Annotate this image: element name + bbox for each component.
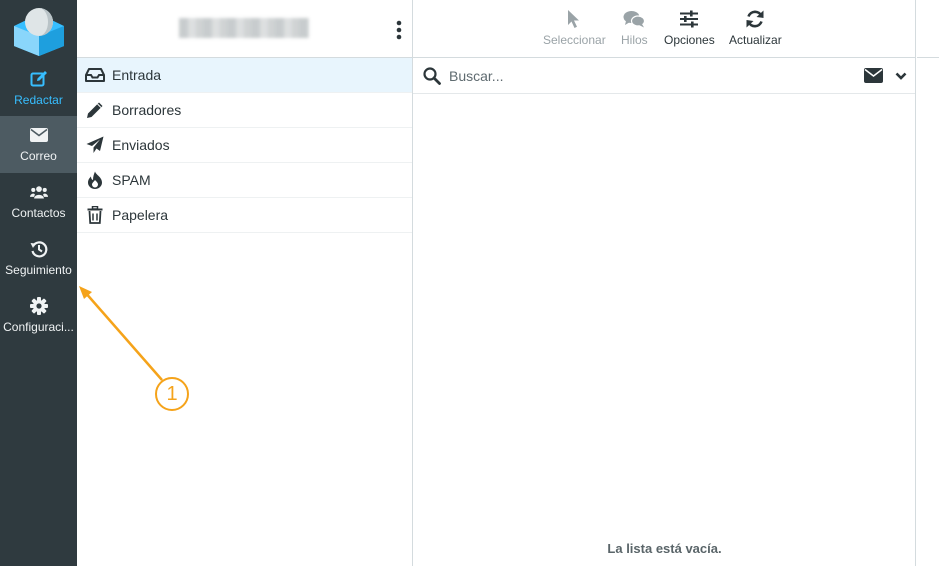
refresh-button[interactable]: Actualizar: [729, 8, 782, 47]
search-bar: [413, 58, 915, 94]
gear-icon: [29, 297, 48, 315]
sidebar-item-label: Contactos: [11, 206, 66, 220]
threads-button-label: Hilos: [621, 33, 648, 47]
sidebar-item-label: Correo: [20, 149, 57, 163]
folder-item-trash[interactable]: Papelera: [77, 198, 412, 233]
preview-panel: [917, 0, 939, 566]
annotation-number: 1: [155, 377, 189, 411]
sidebar-item-compose[interactable]: Redactar: [0, 60, 77, 117]
search-icon[interactable]: [423, 67, 441, 85]
envelope-icon[interactable]: [864, 68, 883, 83]
sidebar-item-label: Configuraci...: [3, 320, 74, 334]
sidebar-item-label: Redactar: [14, 93, 63, 107]
app-sidebar: Redactar Correo Contactos Seguimiento Co…: [0, 0, 77, 566]
folder-item-drafts[interactable]: Borradores: [77, 93, 412, 128]
folder-panel: Entrada Borradores Enviados SPAM Papeler…: [77, 0, 413, 566]
refresh-icon: [744, 8, 766, 30]
compose-icon: [30, 70, 48, 88]
pencil-icon: [85, 101, 105, 119]
options-button-label: Opciones: [664, 33, 715, 47]
sidebar-item-tracking[interactable]: Seguimiento: [0, 230, 77, 287]
paper-plane-icon: [85, 136, 105, 154]
options-button[interactable]: Opciones: [664, 8, 715, 47]
folder-label: Enviados: [112, 137, 170, 153]
envelope-icon: [29, 126, 48, 144]
folder-item-inbox[interactable]: Entrada: [77, 58, 412, 93]
cursor-icon: [563, 8, 585, 30]
select-button[interactable]: Seleccionar: [543, 8, 606, 47]
empty-list-message: La lista está vacía.: [607, 541, 722, 556]
folder-label: Entrada: [112, 67, 162, 83]
folder-item-sent[interactable]: Enviados: [77, 128, 412, 163]
folder-menu-icon[interactable]: [393, 19, 405, 41]
refresh-button-label: Actualizar: [729, 33, 782, 47]
search-input[interactable]: [449, 64, 849, 88]
roundcube-logo[interactable]: [12, 4, 66, 56]
account-name-redacted: [179, 18, 309, 38]
fire-icon: [85, 171, 105, 189]
folder-label: Borradores: [112, 102, 182, 118]
folder-label: Papelera: [112, 207, 169, 223]
sidebar-item-contacts[interactable]: Contactos: [0, 173, 77, 230]
folder-item-spam[interactable]: SPAM: [77, 163, 412, 198]
users-icon: [29, 183, 48, 201]
threads-button[interactable]: Hilos: [621, 8, 648, 47]
sliders-icon: [678, 8, 700, 30]
sidebar-item-label: Seguimiento: [5, 263, 72, 277]
sidebar-item-settings[interactable]: Configuraci...: [0, 287, 77, 344]
comments-icon: [623, 8, 646, 30]
preview-header: [917, 0, 939, 58]
trash-icon: [85, 206, 105, 224]
list-toolbar: Seleccionar Hilos Opciones Actualizar: [413, 0, 915, 58]
history-icon: [30, 240, 48, 258]
folder-label: SPAM: [112, 172, 151, 188]
folder-panel-header: [77, 0, 412, 58]
message-list-panel: Seleccionar Hilos Opciones Actualizar Bu…: [413, 0, 916, 566]
select-button-label: Seleccionar: [543, 33, 606, 47]
inbox-icon: [85, 66, 105, 84]
chevron-down-icon[interactable]: [895, 69, 907, 81]
sidebar-item-mail[interactable]: Correo: [0, 116, 77, 173]
